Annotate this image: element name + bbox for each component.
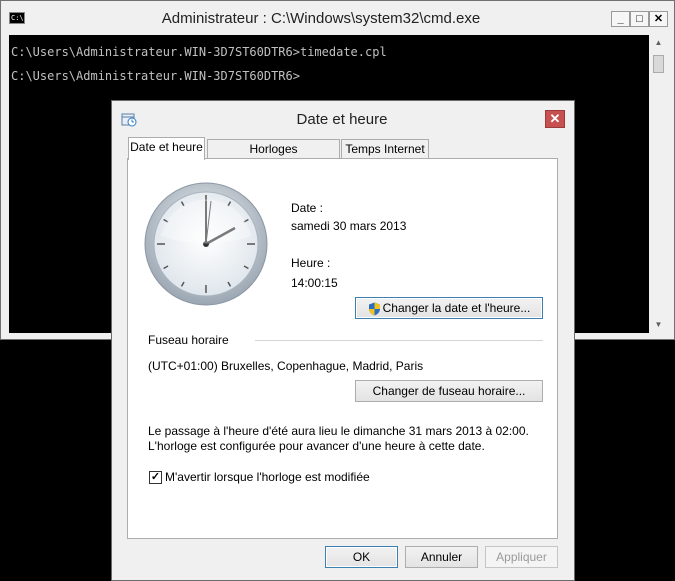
minimize-button[interactable]: _ <box>611 11 630 27</box>
tab-additional-clocks[interactable]: Horloges supplémentaires <box>207 139 340 174</box>
console-line: C:\Users\Administrateur.WIN-3D7ST60DTR6>… <box>11 45 387 59</box>
timezone-separator <box>255 340 543 341</box>
date-value: samedi 30 mars 2013 <box>291 219 407 233</box>
notify-checkbox-label[interactable]: M'avertir lorsque l'horloge est modifiée <box>165 470 370 484</box>
date-time-dialog: Date et heure ✕ Date et heure Horloges s… <box>111 100 575 581</box>
change-date-time-label: Changer la date et l'heure... <box>382 301 531 315</box>
scroll-down-icon[interactable]: ▼ <box>650 317 667 333</box>
ok-button[interactable]: OK <box>325 546 398 568</box>
change-date-time-button[interactable]: Changer la date et l'heure... <box>355 297 543 319</box>
timezone-label: Fuseau horaire <box>148 333 229 347</box>
dst-info-line1: Le passage à l'heure d'été aura lieu le … <box>148 424 529 438</box>
scrollbar-thumb[interactable] <box>653 55 664 73</box>
analog-clock <box>144 182 268 306</box>
scroll-up-icon[interactable]: ▲ <box>650 35 667 51</box>
dialog-title: Date et heure <box>296 111 388 128</box>
console-line: C:\Users\Administrateur.WIN-3D7ST60DTR6> <box>11 69 300 83</box>
uac-shield-icon <box>368 302 380 316</box>
cmd-title: Administrateur : C:\Windows\system32\cmd… <box>161 10 481 27</box>
close-button[interactable]: ✕ <box>649 11 668 27</box>
time-label: Heure : <box>291 256 331 270</box>
change-timezone-button[interactable]: Changer de fuseau horaire... <box>355 380 543 402</box>
maximize-button[interactable]: □ <box>630 11 649 27</box>
timezone-value: (UTC+01:00) Bruxelles, Copenhague, Madri… <box>148 359 424 373</box>
vertical-scrollbar[interactable]: ▲ ▼ <box>650 35 667 333</box>
time-value: 14:00:15 <box>291 276 338 290</box>
tab-internet-time[interactable]: Temps Internet <box>341 139 429 159</box>
cmd-titlebar[interactable]: C:\ Administrateur : C:\Windows\system32… <box>1 1 674 34</box>
date-label: Date : <box>291 201 324 215</box>
tab-date-time[interactable]: Date et heure <box>128 137 205 160</box>
apply-button[interactable]: Appliquer <box>485 546 558 568</box>
tab-panel: Date : samedi 30 mars 2013 Heure : 14:00… <box>127 158 558 539</box>
notify-checkbox[interactable]: ✓ <box>149 471 162 484</box>
dialog-close-button[interactable]: ✕ <box>545 110 565 128</box>
cancel-button[interactable]: Annuler <box>405 546 478 568</box>
dst-info-line2: L'horloge est configurée pour avancer d'… <box>148 439 485 453</box>
